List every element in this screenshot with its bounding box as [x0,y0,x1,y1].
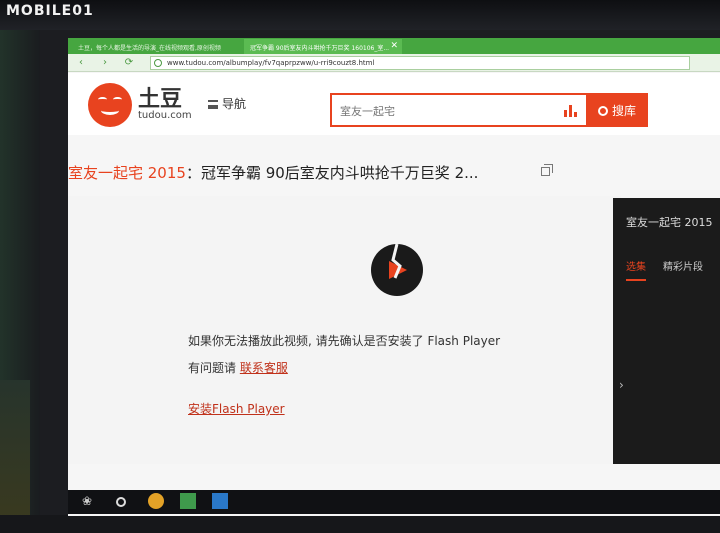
panel-toggle-arrow[interactable]: › [619,378,624,392]
watermark: MOBILE01 [6,3,94,19]
help-prefix: 有问题请 [188,361,240,375]
show-name-link[interactable]: 室友一起宅 2015 [68,164,186,182]
broken-plugin-icon [371,243,423,296]
contact-support-link[interactable]: 联系客服 [240,361,288,375]
flash-warning-text: 如果你无法播放此视频, 请先确认是否安装了 Flash Player [188,334,501,348]
episode-side-panel: 室友一起宅 2015 选集 精彩片段 [613,198,720,464]
tab-highlights[interactable]: 精彩片段 [663,258,703,273]
refresh-icon[interactable]: ⟳ [122,56,136,70]
logo-eye [113,97,122,102]
menu-label: 导航 [222,97,247,111]
search-button[interactable]: 搜库 [588,93,648,127]
app-blue-icon[interactable] [212,493,228,509]
tab-label: 土豆，每个人都是生活的导演_在线视频观看,原创视频 [78,45,221,52]
app-orange-icon[interactable] [148,493,164,509]
forward-button[interactable]: › [98,56,112,70]
desk-background [0,380,30,533]
app-green-icon[interactable] [180,493,196,509]
site-header: 土豆 tudou.com 导航 搜库 [68,73,720,135]
tudou-logo-icon[interactable] [88,83,132,127]
windows-logo-icon[interactable]: ❀ [82,494,98,510]
browser-window: 土豆，每个人都是生活的导演_在线视频观看,原创视频 冠军争霸 90后室友内斗哄抢… [68,38,720,516]
logo-text[interactable]: 土豆 [138,81,182,113]
tab-label: 冠军争霸 90后室友内斗哄抢千万巨奖 160106_室... [250,45,390,52]
side-panel-title: 室友一起宅 2015 [626,216,713,229]
address-bar[interactable]: www.tudou.com/albumplay/fv7qaprpzww/u-rr… [150,56,690,70]
monitor-bezel-bottom [0,515,720,533]
search-box [330,93,588,127]
hamburger-icon [208,100,218,109]
install-flash-link[interactable]: 安装Flash Player [188,400,285,417]
search-input[interactable] [340,102,550,120]
logo-eye [98,97,107,102]
logo-domain: tudou.com [138,110,192,121]
nav-menu-button[interactable]: 导航 [208,95,246,112]
monitor-bezel-top: MOBILE01 [0,0,720,30]
taskbar: ❀ [68,490,720,514]
back-button[interactable]: ‹ [74,56,88,70]
video-player[interactable]: 如果你无法播放此视频, 请先确认是否安装了 Flash Player 有问题请 … [68,196,621,464]
cortana-circle-icon[interactable] [116,497,126,507]
tab-strip: 土豆，每个人都是生活的导演_在线视频观看,原创视频 冠军争霸 90后室友内斗哄抢… [68,38,720,54]
video-title: 室友一起宅 2015：冠军争霸 90后室友内斗哄抢千万巨奖 2... [68,162,478,183]
trending-chart-icon[interactable] [564,103,578,117]
page-icon [154,59,162,67]
tab-tudou-home[interactable]: 土豆，每个人都是生活的导演_在线视频观看,原创视频 [72,39,242,54]
episode-title: ：冠军争霸 90后室友内斗哄抢千万巨奖 2... [185,164,479,182]
tab-video-active[interactable]: 冠军争霸 90后室友内斗哄抢千万巨奖 160106_室... ✕ [244,39,402,54]
search-icon [598,106,608,116]
nav-bar: ‹ › ⟳ www.tudou.com/albumplay/fv7qaprpzw… [68,54,720,72]
url-text: www.tudou.com/albumplay/fv7qaprpzww/u-rr… [167,59,375,67]
copy-icon[interactable] [541,164,553,176]
search-button-label: 搜库 [612,104,637,118]
help-text: 有问题请 联系客服 [188,359,288,376]
close-tab-icon[interactable]: ✕ [390,41,398,51]
tab-episodes[interactable]: 选集 [626,258,646,281]
logo-mouth [101,106,119,115]
